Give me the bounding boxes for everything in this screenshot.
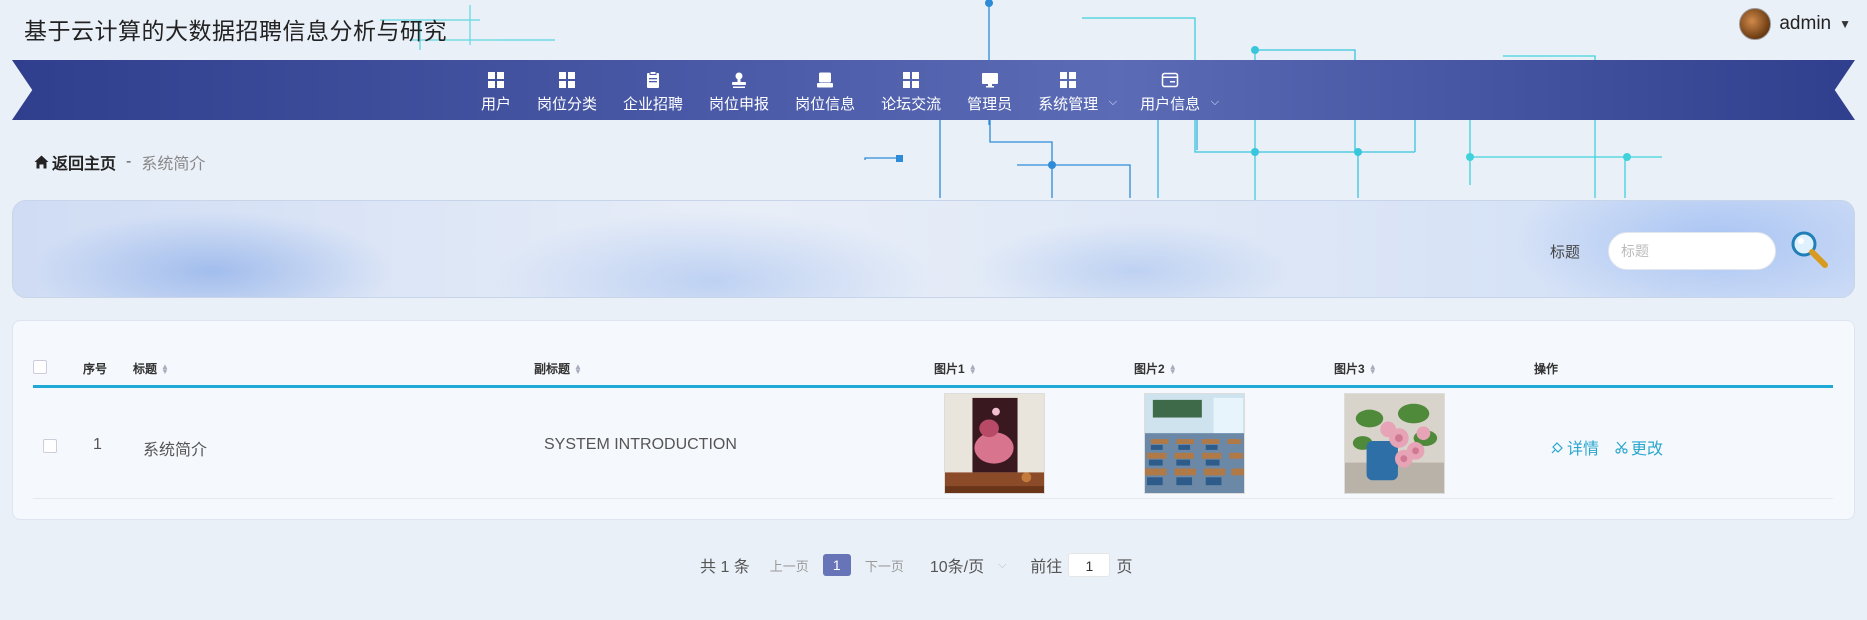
chevron-down-icon: ⌵ — [998, 558, 1007, 571]
nav-item-label: 用户 — [481, 95, 512, 113]
header-pic1-label: 图片1 — [934, 362, 965, 376]
nav-item-job-apply[interactable]: 岗位申报 — [696, 66, 782, 118]
page-number-current[interactable]: 1 — [822, 554, 851, 576]
breadcrumb-separator: - — [126, 153, 132, 170]
nav-item-label: 系统管理 — [1038, 95, 1099, 113]
nav-item-label: 岗位信息 — [795, 95, 856, 113]
nav-item-label: 岗位申报 — [709, 95, 770, 113]
pagination-total: 共 1 条 — [700, 559, 750, 576]
nav-item-label: 企业招聘 — [623, 95, 684, 113]
header-index: 序号 — [83, 362, 108, 376]
chevron-down-icon[interactable]: ⌵ — [1211, 96, 1219, 109]
nav-item-user-info[interactable]: 用户信息 ⌵ — [1127, 66, 1219, 118]
card-icon — [1161, 72, 1179, 87]
header-pic3[interactable]: 图片3 ▲ ▼ — [1334, 360, 1377, 377]
detail-button[interactable]: 详情 — [1551, 435, 1599, 459]
nav-item-label: 岗位分类 — [537, 95, 598, 113]
pagination: 共 1 条 上一页 1 下一页 10条/页 ⌵ 前往 1 页 — [700, 553, 1132, 577]
thumbnail-image-2[interactable] — [1144, 393, 1245, 494]
nav-item-admin[interactable]: 管理员 — [954, 66, 1025, 118]
grid-icon — [1060, 71, 1077, 88]
grid-icon — [488, 71, 504, 88]
breadcrumb: 返回主页 - 系统简介 — [34, 150, 205, 174]
edit-label: 更改 — [1631, 441, 1664, 458]
monitor-icon — [981, 72, 998, 87]
nav-item-job-info[interactable]: 岗位信息 — [782, 66, 868, 118]
search-label: 标题 — [1549, 244, 1580, 261]
detail-icon — [1551, 441, 1563, 453]
row-actions: 详情 更改 — [1551, 435, 1663, 459]
header-actions: 操作 — [1534, 362, 1559, 376]
select-all-checkbox[interactable] — [33, 360, 47, 374]
chevron-down-icon[interactable]: ⌵ — [1109, 96, 1117, 109]
scissors-icon — [1615, 441, 1628, 454]
row-index: 1 — [93, 436, 102, 453]
next-page-button[interactable]: 下一页 — [865, 556, 904, 575]
header-pic1[interactable]: 图片1 ▲ ▼ — [934, 360, 977, 377]
sort-icon[interactable]: ▲ ▼ — [1169, 362, 1177, 375]
breadcrumb-home-label: 返回主页 — [52, 156, 117, 173]
goto-page-input[interactable]: 1 — [1068, 553, 1111, 577]
page-size-value: 10条/页 — [929, 559, 985, 576]
header-title[interactable]: 标题 ▲ ▼ — [133, 360, 169, 377]
table-row: 1 系统简介 SYSTEM INTRODUCTION 详情 更改 — [33, 391, 1833, 499]
sort-icon[interactable]: ▲ ▼ — [1369, 362, 1377, 375]
search-panel: 标题 — [12, 200, 1855, 298]
nav-item-system-manage[interactable]: 系统管理 ⌵ — [1025, 66, 1117, 118]
clipboard-icon — [647, 70, 660, 88]
inbox-icon — [817, 72, 834, 87]
header-pic2[interactable]: 图片2 ▲ ▼ — [1134, 360, 1177, 377]
nav-item-company-recruit[interactable]: 企业招聘 — [610, 66, 696, 118]
nav-item-label: 论坛交流 — [881, 95, 942, 113]
header-title-label: 标题 — [133, 362, 158, 376]
avatar[interactable] — [1739, 8, 1772, 40]
edit-button[interactable]: 更改 — [1615, 435, 1663, 459]
row-subtitle: SYSTEM INTRODUCTION — [544, 436, 737, 453]
sort-icon[interactable]: ▲ ▼ — [969, 362, 977, 375]
nav-item-forum[interactable]: 论坛交流 — [868, 66, 954, 118]
nav-item-users[interactable]: 用户 — [468, 66, 524, 118]
goto-prefix: 前往 — [1030, 559, 1063, 576]
app-title: 基于云计算的大数据招聘信息分析与研究 — [24, 18, 447, 44]
breadcrumb-current: 系统简介 — [141, 156, 206, 173]
row-checkbox[interactable] — [43, 439, 57, 458]
header-subtitle-label: 副标题 — [534, 362, 571, 376]
header-pic3-label: 图片3 — [1334, 362, 1365, 376]
username[interactable]: admin — [1779, 13, 1831, 35]
prev-page-button[interactable]: 上一页 — [770, 556, 809, 575]
grid-icon — [903, 71, 920, 88]
sort-icon[interactable]: ▲ ▼ — [574, 362, 582, 375]
thumbnail-image-1[interactable] — [944, 393, 1045, 494]
detail-label: 详情 — [1567, 441, 1600, 458]
page-size-select[interactable]: 10条/页 ⌵ — [930, 553, 1007, 577]
thumbnail-image-3[interactable] — [1344, 393, 1445, 494]
stamp-icon — [732, 72, 747, 88]
search-icon[interactable] — [1788, 229, 1830, 271]
goto-suffix: 页 — [1116, 559, 1133, 576]
header-subtitle[interactable]: 副标题 ▲ ▼ — [534, 360, 582, 377]
home-icon — [34, 155, 49, 169]
breadcrumb-home[interactable]: 返回主页 — [34, 150, 116, 174]
main-nav: 用户 岗位分类 企业招聘 岗位申报 岗位信息 论坛交流 管理员 系统管理 ⌵ 用… — [468, 66, 1229, 118]
goto-page: 前往 1 页 — [1030, 553, 1132, 577]
nav-item-label: 用户信息 — [1140, 95, 1201, 113]
nav-item-job-category[interactable]: 岗位分类 — [524, 66, 610, 118]
table-header: 序号 标题 ▲ ▼ 副标题 ▲ ▼ 图片1 ▲ ▼ 图片2 ▲ ▼ 图片3 ▲ ▼ 操作 — [33, 348, 1833, 388]
header-pic2-label: 图片2 — [1134, 362, 1165, 376]
top-bar: 基于云计算的大数据招聘信息分析与研究 admin ▼ — [0, 0, 1867, 60]
caret-down-icon[interactable]: ▼ — [1839, 17, 1851, 31]
grid-icon — [559, 71, 576, 88]
nav-item-label: 管理员 — [967, 95, 1013, 113]
row-title: 系统简介 — [143, 442, 208, 459]
user-menu[interactable]: admin ▼ — [1739, 8, 1851, 40]
search-input[interactable] — [1608, 232, 1776, 270]
sort-icon[interactable]: ▲ ▼ — [161, 362, 169, 375]
